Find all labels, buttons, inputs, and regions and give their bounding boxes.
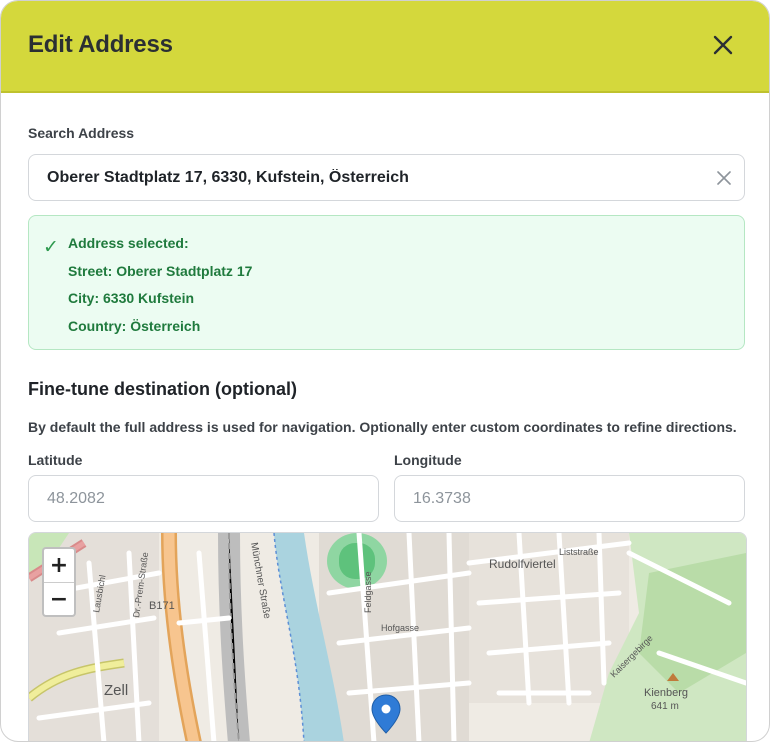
selected-city: City: 6330 Kufstein — [68, 290, 195, 306]
latitude-label: Latitude — [28, 452, 83, 468]
latitude-input[interactable] — [28, 475, 379, 522]
close-icon — [713, 35, 733, 55]
map-label-feldgasse: Feldgasse — [363, 571, 373, 613]
address-selected-heading: Address selected: — [68, 235, 189, 251]
map-label-liststrasse: Liststraße — [559, 547, 599, 557]
dialog-header: Edit Address — [1, 1, 769, 93]
longitude-input[interactable] — [394, 475, 745, 522]
selected-street: Street: Oberer Stadtplatz 17 — [68, 263, 253, 279]
search-address-input[interactable] — [28, 154, 745, 201]
address-selected-panel: ✓ Address selected: Street: Oberer Stadt… — [28, 215, 745, 350]
search-address-label: Search Address — [28, 125, 135, 141]
map-label-kienberg: Kienberg — [644, 687, 688, 699]
map-view[interactable]: B171 Zell Rudolfviertel Kienberg 641 m H… — [28, 532, 747, 741]
zoom-control: + − — [42, 547, 76, 617]
close-button[interactable] — [707, 29, 739, 61]
finetune-heading: Fine-tune destination (optional) — [28, 379, 297, 399]
edit-address-dialog: Edit Address Search Address ✓ Address se… — [0, 0, 770, 742]
clear-search-button[interactable] — [713, 167, 735, 189]
map-label-hofgasse: Hofgasse — [381, 623, 419, 633]
map-label-b171: B171 — [149, 600, 175, 612]
zoom-in-button[interactable]: + — [44, 549, 74, 583]
map-label-rudolfviertel: Rudolfviertel — [489, 557, 556, 571]
clear-icon — [717, 171, 731, 185]
longitude-label: Longitude — [394, 452, 462, 468]
check-icon: ✓ — [43, 237, 59, 258]
finetune-description: By default the full address is used for … — [28, 419, 737, 435]
map-tiles: B171 Zell Rudolfviertel Kienberg 641 m H… — [29, 533, 746, 741]
zoom-out-button[interactable]: − — [44, 583, 74, 616]
selected-country: Country: Österreich — [68, 318, 201, 334]
map-label-kienberg-elevation: 641 m — [651, 701, 679, 712]
dialog-title: Edit Address — [28, 31, 173, 58]
map-label-zell: Zell — [104, 682, 128, 699]
